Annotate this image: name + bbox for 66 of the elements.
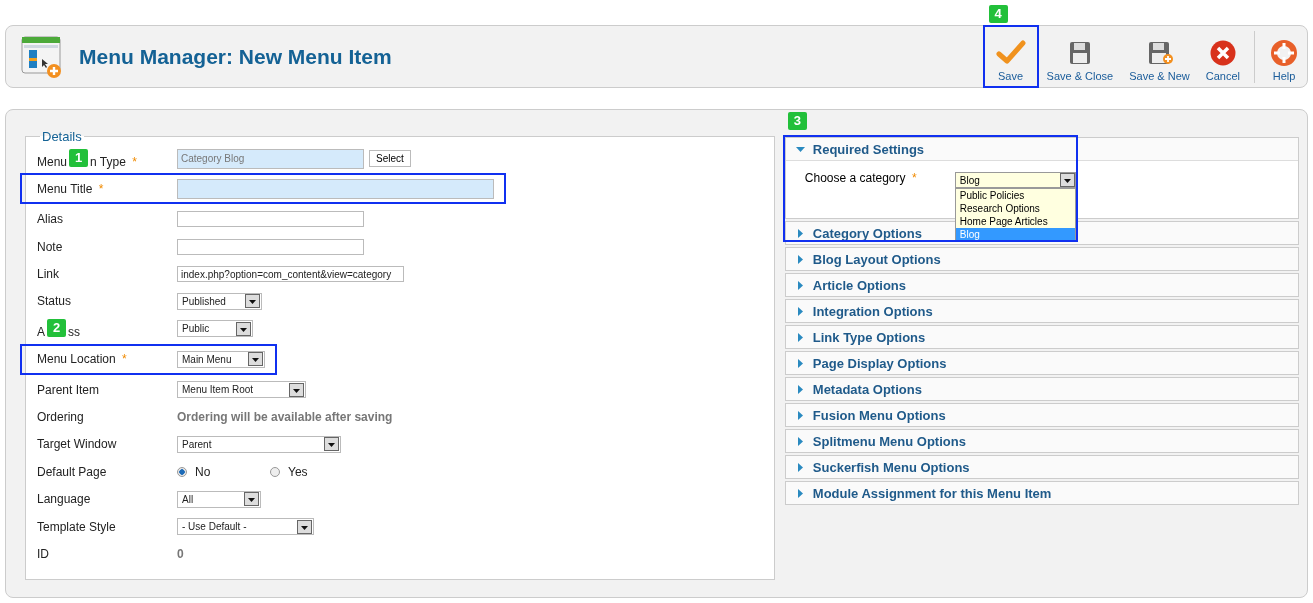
field-label: Language: [37, 492, 91, 507]
accordion-header[interactable]: Metadata Options: [785, 378, 1298, 400]
field-label: Menu Location: [37, 352, 116, 367]
dropdown-option[interactable]: Research Options: [955, 202, 1075, 215]
accordion-header[interactable]: Page Display Options: [785, 352, 1298, 374]
field-label: Note: [37, 239, 63, 254]
radio-option[interactable]: No: [177, 464, 265, 479]
toolbar-button[interactable]: Save & Close: [1038, 25, 1122, 88]
static-text: 0: [177, 546, 184, 561]
accordion-header[interactable]: Required Settings: [785, 138, 1298, 160]
dropdown[interactable]: Parent: [177, 435, 341, 453]
callout-badge: 3: [787, 112, 807, 130]
page-title: Menu Manager: New Menu Item: [79, 44, 392, 69]
field-label: Ordering: [37, 410, 84, 424]
life-buoy-icon: [1269, 39, 1299, 66]
accordion-header[interactable]: Article Options: [785, 274, 1298, 296]
field-label: ID: [37, 546, 49, 561]
select-button[interactable]: Select: [369, 150, 411, 167]
input-field[interactable]: [177, 178, 494, 199]
field-label: Parent Item: [37, 382, 100, 397]
field-label: A: [37, 324, 45, 339]
fieldset-legend: Details: [40, 129, 84, 144]
field-label: Status: [37, 294, 72, 309]
radio-option[interactable]: Yes: [270, 464, 358, 479]
accordion-header[interactable]: Fusion Menu Options: [785, 404, 1298, 426]
dropdown[interactable]: Public: [177, 320, 253, 338]
dropdown[interactable]: Main Menu: [177, 350, 265, 368]
field-label: n Type: [90, 154, 126, 169]
input-field[interactable]: [177, 211, 364, 228]
field-label: Menu: [37, 154, 68, 169]
field-label: Link: [37, 267, 59, 282]
input-field[interactable]: index.php?option=com_content&view=category: [177, 266, 404, 283]
field-label: Default Page: [37, 464, 107, 479]
field-label: Menu Title: [37, 181, 93, 196]
callout-badge: 2: [47, 318, 66, 337]
checkmark-icon: [995, 39, 1026, 66]
toolbar-button[interactable]: Cancel: [1197, 25, 1248, 88]
toolbar-button[interactable]: Help: [1261, 25, 1307, 88]
accordion-header[interactable]: Module Assignment for this Menu Item: [785, 482, 1298, 504]
dropdown[interactable]: Menu Item Root: [177, 381, 306, 399]
input-field[interactable]: Category Blog: [177, 148, 364, 169]
field-label: ss: [68, 324, 80, 339]
accordion-header[interactable]: Blog Layout Options: [785, 248, 1298, 270]
dropdown[interactable]: All: [177, 490, 261, 508]
input-field[interactable]: [177, 238, 364, 255]
required-asterisk: *: [911, 171, 917, 185]
dropdown-option[interactable]: Public Policies: [955, 189, 1075, 202]
field-label: Target Window: [37, 437, 117, 452]
menu-manager-icon: [20, 34, 64, 79]
accordion-header[interactable]: Integration Options: [785, 300, 1298, 322]
toolbar-button[interactable]: Save & New: [1121, 25, 1198, 88]
dropdown[interactable]: - Use Default -: [177, 518, 314, 536]
dropdown[interactable]: Published: [177, 292, 262, 310]
accordion-header[interactable]: Suckerfish Menu Options: [785, 456, 1298, 478]
required-asterisk: *: [122, 352, 127, 367]
accordion-header[interactable]: Splitmenu Menu Options: [785, 430, 1298, 452]
callout-badge: 4: [988, 5, 1008, 23]
accordion-header[interactable]: Link Type Options: [785, 326, 1298, 348]
field-label: Template Style: [37, 519, 116, 534]
callout-badge: 1: [69, 148, 89, 167]
radio-button[interactable]: [270, 466, 280, 477]
required-asterisk: *: [132, 154, 137, 169]
required-asterisk: *: [98, 181, 104, 196]
field-label: Alias: [37, 212, 63, 227]
field-label: Choose a category: [804, 171, 906, 185]
radio-button[interactable]: [177, 466, 187, 477]
